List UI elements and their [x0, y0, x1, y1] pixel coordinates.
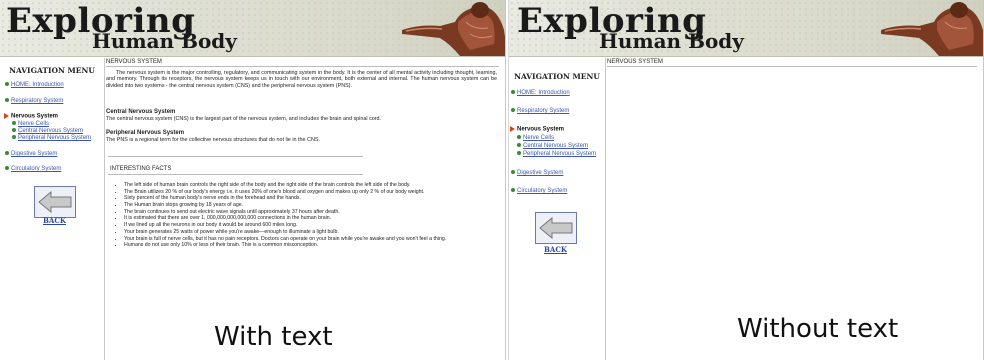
- navigation-sidebar: NAVIGATION MENU HOME: Introduction Respi…: [509, 58, 606, 360]
- nav-link-respiratory-label[interactable]: Respiratory System: [517, 108, 569, 114]
- fact-item: It is estimated that there are over 1, 0…: [124, 215, 489, 221]
- facts-list: The left side of human brain controls th…: [116, 182, 489, 249]
- fact-item: The Brain utilizes 20 % of our body's en…: [124, 189, 489, 195]
- nav-link-respiratory-label[interactable]: Respiratory System: [11, 98, 63, 104]
- nav-link-home-label[interactable]: HOME: Introduction: [11, 82, 64, 88]
- back-arrow-icon: [539, 216, 573, 240]
- muscle-figure-image: [881, 2, 983, 56]
- nav-link-circulatory-label[interactable]: Circulatory System: [517, 188, 567, 194]
- nav-title: NAVIGATION MENU: [9, 66, 95, 75]
- main-content: NERVOUS SYSTEM The nervous system is the…: [106, 58, 503, 360]
- fact-item: Your brain generates 25 watts of power w…: [124, 229, 489, 235]
- fact-item: Sixty percent of the human body's nerve …: [124, 195, 489, 201]
- nav-item-nervous[interactable]: Nervous System: [4, 113, 58, 120]
- intro-paragraph: The nervous system is the major controll…: [106, 70, 497, 89]
- site-title-line2: Human Body: [92, 29, 237, 53]
- site-header: Exploring Human Body: [509, 0, 983, 57]
- nav-link-digestive-label[interactable]: Digestive System: [11, 151, 57, 157]
- fact-item: The Human brain stops growing by 18 year…: [124, 202, 489, 208]
- nav-link-nerve-cells[interactable]: Nerve Cells: [517, 135, 554, 141]
- site-header: Exploring Human Body: [0, 0, 505, 57]
- back-arrow-icon: [38, 190, 72, 214]
- nav-link-peripheral[interactable]: Peripheral Nervous System: [517, 151, 596, 157]
- nav-link-circulatory[interactable]: Circulatory System: [5, 166, 61, 172]
- bullet-icon: [12, 135, 16, 140]
- nav-link-respiratory[interactable]: Respiratory System: [5, 98, 63, 104]
- nav-item-nervous-label[interactable]: Nervous System: [517, 127, 564, 133]
- nav-link-circulatory-label[interactable]: Circulatory System: [11, 166, 61, 172]
- back-link[interactable]: BACK: [43, 216, 66, 225]
- nav-item-nervous-label[interactable]: Nervous System: [11, 114, 58, 120]
- central-text: The central nervous system (CNS) is the …: [106, 116, 382, 122]
- nav-link-respiratory[interactable]: Respiratory System: [511, 108, 569, 114]
- nav-link-peripheral-label[interactable]: Peripheral Nervous System: [18, 135, 91, 141]
- bullet-icon: [5, 98, 9, 103]
- nav-link-central[interactable]: Central Nervous System: [517, 143, 588, 149]
- nav-link-nerve-cells-label[interactable]: Nerve Cells: [523, 135, 554, 141]
- back-button[interactable]: [535, 212, 577, 244]
- back-link[interactable]: BACK: [544, 245, 567, 254]
- divider: [607, 66, 977, 67]
- divider: [106, 66, 499, 67]
- central-heading: Central Nervous System: [106, 109, 176, 115]
- nav-link-home-label[interactable]: HOME: Introduction: [517, 90, 570, 96]
- active-arrow-icon: [510, 126, 515, 132]
- bullet-icon: [511, 170, 515, 175]
- nav-title: NAVIGATION MENU: [514, 72, 600, 81]
- peripheral-heading: Peripheral Nervous System: [106, 130, 185, 136]
- nav-link-home[interactable]: HOME: Introduction: [5, 82, 64, 88]
- fact-item: Humans do not use only 10% or less of th…: [124, 242, 489, 248]
- bullet-icon: [5, 151, 9, 156]
- section-title: NERVOUS SYSTEM: [607, 59, 663, 65]
- nav-link-home[interactable]: HOME: Introduction: [511, 90, 570, 96]
- nav-link-digestive[interactable]: Digestive System: [511, 170, 563, 176]
- bullet-icon: [12, 121, 16, 126]
- nav-link-digestive-label[interactable]: Digestive System: [517, 170, 563, 176]
- with-text-panel: Exploring Human Body NAVIGATION MENU HOM…: [0, 0, 506, 360]
- nav-link-peripheral-label[interactable]: Peripheral Nervous System: [523, 151, 596, 157]
- nav-link-digestive[interactable]: Digestive System: [5, 151, 57, 157]
- without-text-panel: Exploring Human Body NAVIGATION MENU HOM…: [508, 0, 984, 360]
- nav-item-nervous[interactable]: Nervous System: [510, 126, 564, 133]
- peripheral-text: The PNS is a regional term for the colle…: [106, 137, 320, 143]
- nav-link-central[interactable]: Central Nervous System: [12, 128, 83, 134]
- divider: [108, 156, 363, 157]
- fact-item: Your brain is full of nerve cells, but i…: [124, 236, 489, 242]
- navigation-sidebar: NAVIGATION MENU HOME: Introduction Respi…: [0, 58, 105, 360]
- bullet-icon: [511, 90, 515, 95]
- back-button[interactable]: [34, 186, 76, 218]
- bullet-icon: [5, 166, 9, 171]
- fact-item: If we lined up all the neurons in our bo…: [124, 222, 489, 228]
- caption-without-text: Without text: [737, 314, 899, 344]
- caption-with-text: With text: [214, 322, 333, 352]
- active-arrow-icon: [4, 113, 9, 119]
- bullet-icon: [517, 135, 521, 140]
- nav-link-central-label[interactable]: Central Nervous System: [18, 128, 83, 134]
- site-title-line2: Human Body: [599, 29, 744, 53]
- section-title: NERVOUS SYSTEM: [106, 59, 162, 65]
- bullet-icon: [517, 151, 521, 156]
- muscle-figure-image: [402, 2, 505, 56]
- nav-link-central-label[interactable]: Central Nervous System: [523, 143, 588, 149]
- nav-link-circulatory[interactable]: Circulatory System: [511, 188, 567, 194]
- fact-item: The brain continues to send out electric…: [124, 209, 489, 215]
- bullet-icon: [517, 143, 521, 148]
- bullet-icon: [5, 82, 9, 87]
- nav-link-nerve-cells-label[interactable]: Nerve Cells: [18, 121, 49, 127]
- bullet-icon: [511, 108, 515, 113]
- fact-item: The left side of human brain controls th…: [124, 182, 489, 188]
- nav-link-peripheral[interactable]: Peripheral Nervous System: [12, 135, 91, 141]
- bullet-icon: [12, 128, 16, 133]
- bullet-icon: [511, 188, 515, 193]
- nav-link-nerve-cells[interactable]: Nerve Cells: [12, 121, 49, 127]
- divider: [108, 174, 363, 175]
- facts-title: INTERESTING FACTS: [110, 166, 172, 172]
